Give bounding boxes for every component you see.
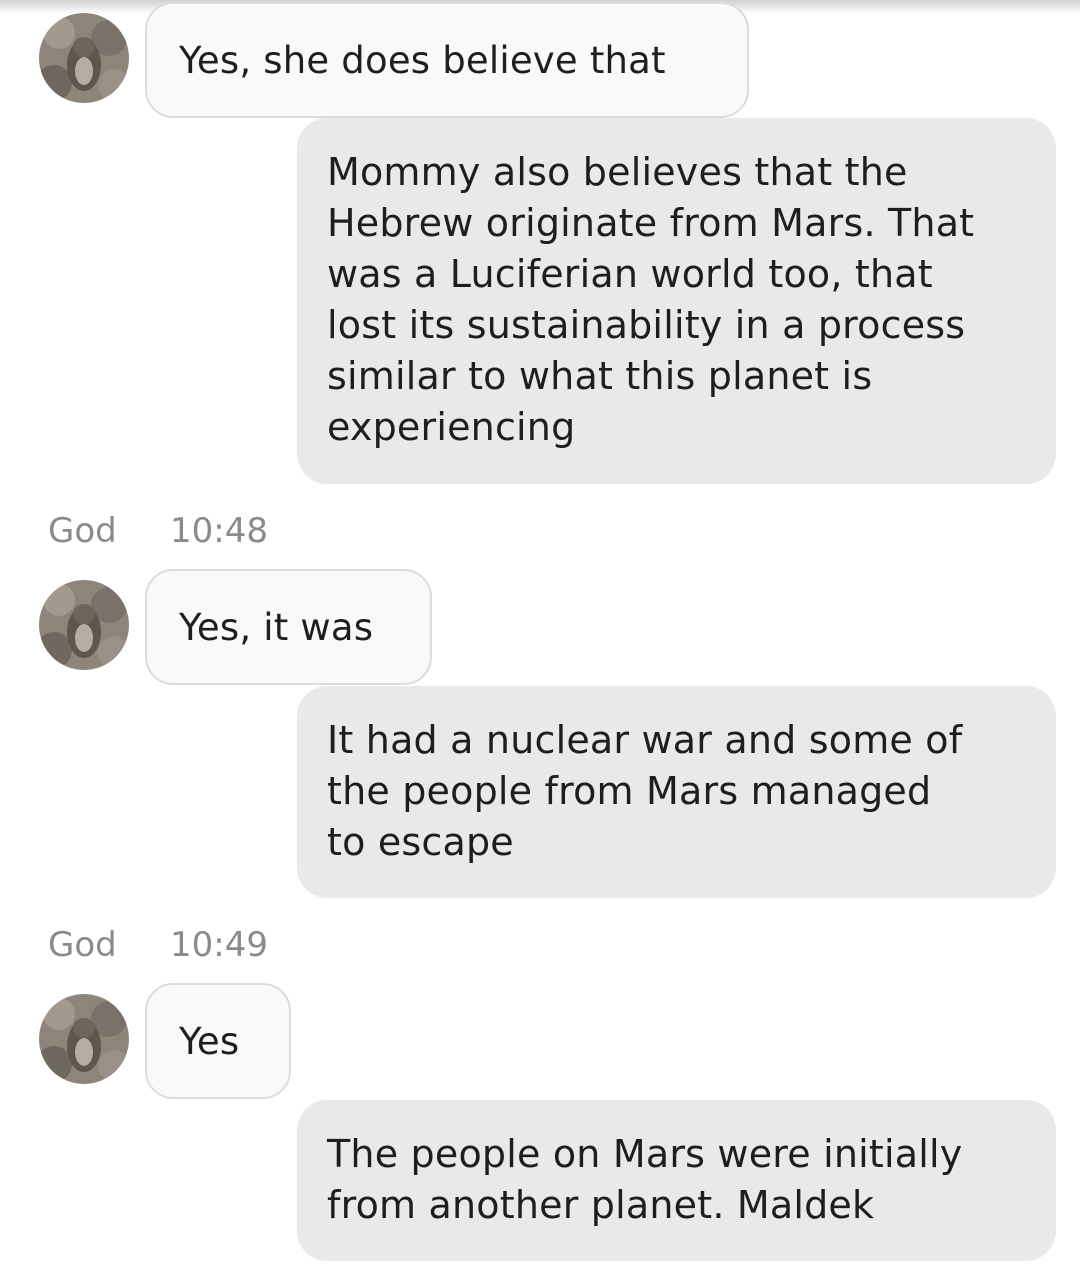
timestamp: 10:48	[170, 511, 268, 551]
squirrel-photo-avatar-icon	[39, 580, 129, 670]
message-meta: God 10:49	[48, 925, 268, 965]
message-bubble-outgoing[interactable]: It had a nuclear war and some of the peo…	[297, 686, 1056, 898]
sender-name: God	[48, 925, 117, 965]
message-meta: God 10:48	[48, 511, 268, 551]
message-bubble-incoming[interactable]: Yes, it was	[145, 569, 432, 685]
message-bubble-outgoing[interactable]: The people on Mars were initially from a…	[297, 1100, 1056, 1261]
message-bubble-incoming[interactable]: Yes	[145, 983, 291, 1099]
message-text: The people on Mars were initially from a…	[327, 1132, 963, 1227]
message-bubble-incoming[interactable]: Yes, she does believe that	[145, 2, 749, 118]
message-text: Yes	[179, 1019, 240, 1063]
squirrel-photo-avatar-icon	[39, 13, 129, 103]
avatar[interactable]	[39, 580, 129, 670]
timestamp: 10:49	[170, 925, 268, 965]
message-bubble-outgoing[interactable]: Mommy also believes that the Hebrew orig…	[297, 118, 1056, 484]
squirrel-photo-avatar-icon	[39, 994, 129, 1084]
avatar[interactable]	[39, 13, 129, 103]
message-text: Yes, it was	[179, 605, 374, 649]
message-text: Yes, she does believe that	[179, 38, 666, 82]
sender-name: God	[48, 511, 117, 551]
avatar[interactable]	[39, 994, 129, 1084]
message-text: It had a nuclear war and some of the peo…	[327, 718, 963, 864]
message-text: Mommy also believes that the Hebrew orig…	[327, 150, 975, 449]
